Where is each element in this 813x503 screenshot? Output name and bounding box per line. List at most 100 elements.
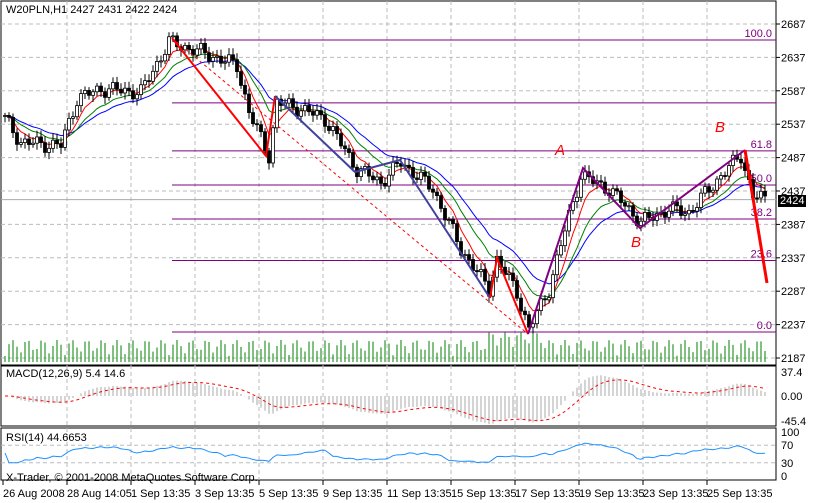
candle-body (663, 211, 667, 218)
candle-body (15, 132, 19, 145)
wave-label-b2: B (715, 119, 726, 136)
candle-body (47, 147, 51, 153)
y-tick-label: 2187 (781, 353, 805, 365)
candle-body (131, 90, 135, 100)
x-tick-label: 3 Sep 13:35 (195, 488, 254, 500)
candle-body (3, 115, 7, 117)
fib-level-label: 0.0 (757, 320, 772, 332)
candle-body (479, 269, 483, 273)
candle-body (107, 88, 111, 98)
candle-body (115, 82, 119, 90)
x-tick-label: 11 Sep 13:35 (387, 488, 452, 500)
candle-body (699, 192, 703, 208)
y-tick-label: 2587 (781, 86, 805, 98)
candle-body (703, 186, 707, 194)
candle-body (79, 93, 83, 107)
candle-body (551, 274, 555, 299)
candle-body (327, 125, 331, 131)
macd-tick-label: 0.00 (781, 391, 802, 403)
x-tick-label: 19 Sep 13:35 (579, 488, 644, 500)
candle-body (727, 165, 731, 177)
candle-body (583, 171, 587, 180)
macd-label: MACD(12,26,9) 5.4 14.6 (6, 368, 126, 380)
copyright-text: X-Trader, © 2001-2008 MetaQuotes Softwar… (6, 472, 258, 484)
candle-body (335, 126, 339, 135)
candle-body (35, 136, 39, 144)
candle-body (451, 219, 455, 225)
candle-body (483, 269, 487, 282)
candle-body (303, 105, 307, 112)
candle-body (63, 129, 67, 148)
candle-body (319, 110, 323, 116)
y-tick-label: 2387 (781, 219, 805, 231)
x-tick-label: 17 Sep 13:35 (515, 488, 580, 500)
y-tick-label: 2537 (781, 119, 805, 131)
candle-body (563, 230, 567, 247)
x-tick-label: 23 Sep 13:35 (643, 488, 708, 500)
wave-line-blue (274, 95, 491, 299)
candle-body (615, 188, 619, 192)
candle-body (39, 136, 43, 143)
candle-body (95, 85, 99, 93)
candle-body (99, 85, 103, 93)
candle-body (559, 245, 563, 256)
candle-body (467, 254, 471, 260)
chart-canvas[interactable]: 26 Aug 2008 28 Aug 14:05 1 Sep 13:35 3 Sep … (0, 0, 813, 503)
candle-body (83, 90, 87, 95)
candle-body (287, 98, 291, 104)
candle-body (11, 116, 15, 134)
candle-body (579, 178, 583, 198)
candle-body (55, 139, 59, 145)
candle-body (343, 145, 347, 150)
candle-body (723, 175, 727, 177)
candle-body (391, 161, 395, 176)
candle-body (647, 212, 651, 218)
candle-body (711, 189, 715, 193)
candle-body (87, 90, 91, 96)
candle-body (311, 111, 315, 116)
x-tick-label: 26 Aug 2008 (3, 488, 65, 500)
candle-body (299, 110, 303, 117)
rsi-tick-label: 30 (781, 458, 793, 470)
candle-body (207, 52, 211, 62)
candle-body (375, 176, 379, 181)
candle-body (239, 71, 243, 86)
candle-body (667, 210, 671, 218)
candle-body (27, 138, 31, 145)
candle-body (331, 126, 335, 131)
candle-body (691, 209, 695, 212)
candle-body (135, 94, 139, 100)
candle-body (687, 209, 691, 215)
x-tick-label: 9 Sep 13:35 (323, 488, 382, 500)
candle-body (111, 82, 115, 90)
candle-body (67, 117, 71, 131)
symbol-info: W20PLN,H1 2427 2431 2422 2424 (6, 4, 178, 16)
rsi-tick-label: 70 (781, 440, 793, 452)
chart-window[interactable]: 26 Aug 2008 28 Aug 14:05 1 Sep 13:35 3 Sep … (0, 0, 813, 503)
candle-body (223, 61, 227, 64)
candle-body (155, 60, 159, 72)
candle-body (139, 84, 143, 96)
x-tick-label: 25 Sep 13:35 (707, 488, 772, 500)
x-tick-label: 28 Aug 14:05 (67, 488, 132, 500)
candle-body (759, 190, 763, 199)
candle-body (599, 180, 603, 183)
candle-body (455, 223, 459, 243)
y-tick-label: 2337 (781, 253, 805, 265)
candle-body (247, 93, 251, 113)
rsi-line (4, 442, 766, 464)
candle-body (307, 105, 311, 113)
candle-body (243, 85, 247, 95)
candle-body (419, 171, 423, 180)
candle-body (547, 297, 551, 301)
current-price-badge: 2424 (778, 195, 807, 207)
candle-body (127, 87, 131, 92)
candle-body (519, 297, 523, 312)
candle-body (415, 177, 419, 180)
candle-body (7, 115, 11, 118)
candle-body (347, 148, 351, 153)
candle-body (187, 45, 191, 50)
rsi-label: RSI(14) 44.6653 (6, 432, 87, 444)
x-tick-label: 1 Sep 13:35 (131, 488, 190, 500)
candle-body (575, 196, 579, 202)
